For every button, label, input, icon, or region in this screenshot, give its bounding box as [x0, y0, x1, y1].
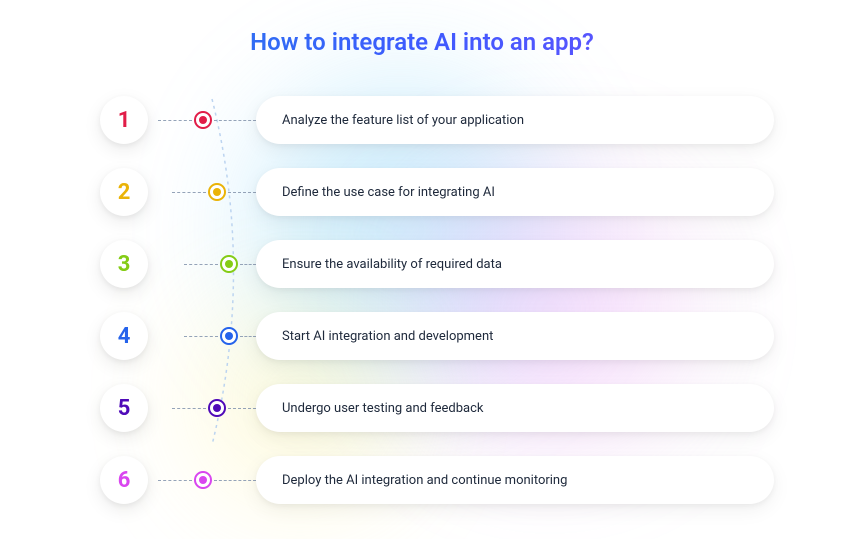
connector-dash	[184, 264, 218, 265]
step-dot	[206, 183, 228, 201]
step-dot	[206, 399, 228, 417]
step-number-badge: 6	[100, 456, 148, 504]
connector-dash	[228, 408, 256, 409]
step-number-badge: 3	[100, 240, 148, 288]
connector-dash	[228, 192, 256, 193]
step-description: Start AI integration and development	[256, 312, 774, 360]
step-row: 6 Deploy the AI integration and continue…	[100, 446, 774, 514]
step-row: 4 Start AI integration and development	[100, 302, 774, 370]
step-row: 2 Define the use case for integrating AI	[100, 158, 774, 226]
step-description: Ensure the availability of required data	[256, 240, 774, 288]
diagram-title: How to integrate AI into an app?	[0, 0, 844, 56]
step-row: 3 Ensure the availability of required da…	[100, 230, 774, 298]
connector-dash	[214, 480, 256, 481]
step-description: Deploy the AI integration and continue m…	[256, 456, 774, 504]
connector-dash	[158, 120, 192, 121]
connector-dash	[172, 408, 206, 409]
step-number-badge: 2	[100, 168, 148, 216]
connector-dash	[240, 264, 256, 265]
step-number-badge: 4	[100, 312, 148, 360]
connector-dash	[172, 192, 206, 193]
step-number-badge: 1	[100, 96, 148, 144]
step-dot	[192, 471, 214, 489]
connector-dash	[214, 120, 256, 121]
step-dot	[218, 255, 240, 273]
connector-dash	[158, 480, 192, 481]
connector-dash	[184, 336, 218, 337]
step-row: 5 Undergo user testing and feedback	[100, 374, 774, 442]
step-row: 1 Analyze the feature list of your appli…	[100, 86, 774, 154]
connector-dash	[240, 336, 256, 337]
step-dot	[192, 111, 214, 129]
step-description: Analyze the feature list of your applica…	[256, 96, 774, 144]
step-number-badge: 5	[100, 384, 148, 432]
steps-container: 1 Analyze the feature list of your appli…	[0, 56, 844, 514]
step-description: Define the use case for integrating AI	[256, 168, 774, 216]
step-dot	[218, 327, 240, 345]
step-description: Undergo user testing and feedback	[256, 384, 774, 432]
